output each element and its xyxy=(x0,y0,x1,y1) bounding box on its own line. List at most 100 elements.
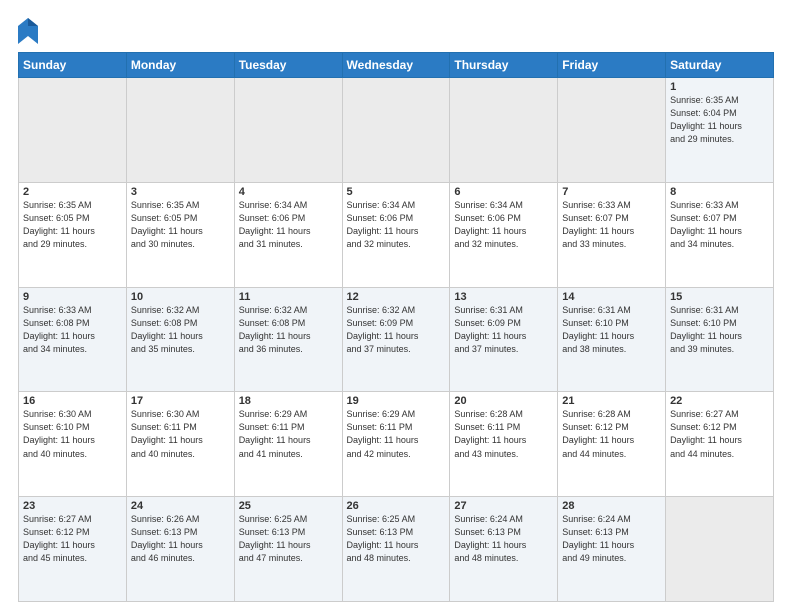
day-info: Sunrise: 6:32 AM Sunset: 6:08 PM Dayligh… xyxy=(131,304,230,356)
calendar-table: SundayMondayTuesdayWednesdayThursdayFrid… xyxy=(18,52,774,602)
day-info: Sunrise: 6:31 AM Sunset: 6:10 PM Dayligh… xyxy=(670,304,769,356)
day-info: Sunrise: 6:24 AM Sunset: 6:13 PM Dayligh… xyxy=(454,513,553,565)
calendar-cell: 14Sunrise: 6:31 AM Sunset: 6:10 PM Dayli… xyxy=(558,287,666,392)
week-row-5: 23Sunrise: 6:27 AM Sunset: 6:12 PM Dayli… xyxy=(19,497,774,602)
day-number: 12 xyxy=(347,291,446,303)
header xyxy=(18,18,774,44)
weekday-monday: Monday xyxy=(126,53,234,78)
day-info: Sunrise: 6:24 AM Sunset: 6:13 PM Dayligh… xyxy=(562,513,661,565)
day-number: 27 xyxy=(454,500,553,512)
calendar-cell: 12Sunrise: 6:32 AM Sunset: 6:09 PM Dayli… xyxy=(342,287,450,392)
day-info: Sunrise: 6:27 AM Sunset: 6:12 PM Dayligh… xyxy=(670,408,769,460)
calendar-cell: 17Sunrise: 6:30 AM Sunset: 6:11 PM Dayli… xyxy=(126,392,234,497)
day-number: 28 xyxy=(562,500,661,512)
weekday-tuesday: Tuesday xyxy=(234,53,342,78)
calendar-cell: 27Sunrise: 6:24 AM Sunset: 6:13 PM Dayli… xyxy=(450,497,558,602)
week-row-2: 2 Sunrise: 6:35 AM Sunset: 6:05 PM Daylig… xyxy=(19,182,774,287)
calendar-cell: 8Sunrise: 6:33 AM Sunset: 6:07 PM Daylig… xyxy=(666,182,774,287)
day-number: 25 xyxy=(239,500,338,512)
day-info: Sunrise: 6:31 AM Sunset: 6:09 PM Dayligh… xyxy=(454,304,553,356)
weekday-saturday: Saturday xyxy=(666,53,774,78)
day-number: 15 xyxy=(670,291,769,303)
calendar-cell xyxy=(126,78,234,183)
calendar-cell xyxy=(450,78,558,183)
day-number: 3 xyxy=(131,186,230,198)
day-number: 23 xyxy=(23,500,122,512)
calendar-cell: 18Sunrise: 6:29 AM Sunset: 6:11 PM Dayli… xyxy=(234,392,342,497)
calendar-cell: 10Sunrise: 6:32 AM Sunset: 6:08 PM Dayli… xyxy=(126,287,234,392)
day-number: 1 xyxy=(670,81,769,93)
day-number: 22 xyxy=(670,395,769,407)
calendar-cell: 25Sunrise: 6:25 AM Sunset: 6:13 PM Dayli… xyxy=(234,497,342,602)
calendar-cell xyxy=(558,78,666,183)
day-info: Sunrise: 6:30 AM Sunset: 6:10 PM Dayligh… xyxy=(23,408,122,460)
day-info: Sunrise: 6:25 AM Sunset: 6:13 PM Dayligh… xyxy=(239,513,338,565)
day-number: 21 xyxy=(562,395,661,407)
day-number: 11 xyxy=(239,291,338,303)
calendar-cell: 15Sunrise: 6:31 AM Sunset: 6:10 PM Dayli… xyxy=(666,287,774,392)
day-number: 2 xyxy=(23,186,122,198)
day-number: 17 xyxy=(131,395,230,407)
calendar-cell: 23Sunrise: 6:27 AM Sunset: 6:12 PM Dayli… xyxy=(19,497,127,602)
calendar-cell xyxy=(342,78,450,183)
weekday-wednesday: Wednesday xyxy=(342,53,450,78)
calendar-cell: 13Sunrise: 6:31 AM Sunset: 6:09 PM Dayli… xyxy=(450,287,558,392)
day-info: Sunrise: 6:34 AM Sunset: 6:06 PM Dayligh… xyxy=(454,199,553,251)
day-number: 5 xyxy=(347,186,446,198)
day-info: Sunrise: 6:35 AM Sunset: 6:05 PM Dayligh… xyxy=(131,199,230,251)
calendar-cell xyxy=(19,78,127,183)
day-number: 7 xyxy=(562,186,661,198)
calendar-cell: 19Sunrise: 6:29 AM Sunset: 6:11 PM Dayli… xyxy=(342,392,450,497)
calendar-cell: 20Sunrise: 6:28 AM Sunset: 6:11 PM Dayli… xyxy=(450,392,558,497)
calendar-cell: 28Sunrise: 6:24 AM Sunset: 6:13 PM Dayli… xyxy=(558,497,666,602)
calendar-cell: 24Sunrise: 6:26 AM Sunset: 6:13 PM Dayli… xyxy=(126,497,234,602)
day-number: 16 xyxy=(23,395,122,407)
calendar-cell: 9Sunrise: 6:33 AM Sunset: 6:08 PM Daylig… xyxy=(19,287,127,392)
day-info: Sunrise: 6:30 AM Sunset: 6:11 PM Dayligh… xyxy=(131,408,230,460)
weekday-friday: Friday xyxy=(558,53,666,78)
logo xyxy=(18,18,38,44)
week-row-1: 1Sunrise: 6:35 AM Sunset: 6:04 PM Daylig… xyxy=(19,78,774,183)
day-info: Sunrise: 6:33 AM Sunset: 6:07 PM Dayligh… xyxy=(562,199,661,251)
day-number: 9 xyxy=(23,291,122,303)
calendar-cell: 16Sunrise: 6:30 AM Sunset: 6:10 PM Dayli… xyxy=(19,392,127,497)
day-info: Sunrise: 6:26 AM Sunset: 6:13 PM Dayligh… xyxy=(131,513,230,565)
day-info: Sunrise: 6:28 AM Sunset: 6:12 PM Dayligh… xyxy=(562,408,661,460)
week-row-3: 9Sunrise: 6:33 AM Sunset: 6:08 PM Daylig… xyxy=(19,287,774,392)
day-number: 8 xyxy=(670,186,769,198)
page: SundayMondayTuesdayWednesdayThursdayFrid… xyxy=(0,0,792,612)
calendar-cell: 7Sunrise: 6:33 AM Sunset: 6:07 PM Daylig… xyxy=(558,182,666,287)
calendar-cell: 1Sunrise: 6:35 AM Sunset: 6:04 PM Daylig… xyxy=(666,78,774,183)
day-info: Sunrise: 6:32 AM Sunset: 6:08 PM Dayligh… xyxy=(239,304,338,356)
calendar-cell xyxy=(666,497,774,602)
day-number: 13 xyxy=(454,291,553,303)
day-number: 20 xyxy=(454,395,553,407)
week-row-4: 16Sunrise: 6:30 AM Sunset: 6:10 PM Dayli… xyxy=(19,392,774,497)
weekday-header-row: SundayMondayTuesdayWednesdayThursdayFrid… xyxy=(19,53,774,78)
calendar-cell: 6Sunrise: 6:34 AM Sunset: 6:06 PM Daylig… xyxy=(450,182,558,287)
day-number: 19 xyxy=(347,395,446,407)
weekday-thursday: Thursday xyxy=(450,53,558,78)
day-info: Sunrise: 6:27 AM Sunset: 6:12 PM Dayligh… xyxy=(23,513,122,565)
calendar-cell xyxy=(234,78,342,183)
calendar-cell: 2Sunrise: 6:35 AM Sunset: 6:05 PM Daylig… xyxy=(19,182,127,287)
day-number: 6 xyxy=(454,186,553,198)
day-number: 4 xyxy=(239,186,338,198)
day-number: 18 xyxy=(239,395,338,407)
calendar-cell: 26Sunrise: 6:25 AM Sunset: 6:13 PM Dayli… xyxy=(342,497,450,602)
calendar-cell: 22Sunrise: 6:27 AM Sunset: 6:12 PM Dayli… xyxy=(666,392,774,497)
day-info: Sunrise: 6:32 AM Sunset: 6:09 PM Dayligh… xyxy=(347,304,446,356)
day-info: Sunrise: 6:33 AM Sunset: 6:08 PM Dayligh… xyxy=(23,304,122,356)
day-info: Sunrise: 6:29 AM Sunset: 6:11 PM Dayligh… xyxy=(239,408,338,460)
logo-icon xyxy=(18,18,38,44)
day-info: Sunrise: 6:31 AM Sunset: 6:10 PM Dayligh… xyxy=(562,304,661,356)
day-info: Sunrise: 6:29 AM Sunset: 6:11 PM Dayligh… xyxy=(347,408,446,460)
day-number: 14 xyxy=(562,291,661,303)
day-number: 26 xyxy=(347,500,446,512)
day-info: Sunrise: 6:28 AM Sunset: 6:11 PM Dayligh… xyxy=(454,408,553,460)
day-info: Sunrise: 6:35 AM Sunset: 6:04 PM Dayligh… xyxy=(670,94,769,146)
day-info: Sunrise: 6:34 AM Sunset: 6:06 PM Dayligh… xyxy=(239,199,338,251)
calendar-cell: 5Sunrise: 6:34 AM Sunset: 6:06 PM Daylig… xyxy=(342,182,450,287)
day-info: Sunrise: 6:33 AM Sunset: 6:07 PM Dayligh… xyxy=(670,199,769,251)
calendar-cell: 4Sunrise: 6:34 AM Sunset: 6:06 PM Daylig… xyxy=(234,182,342,287)
